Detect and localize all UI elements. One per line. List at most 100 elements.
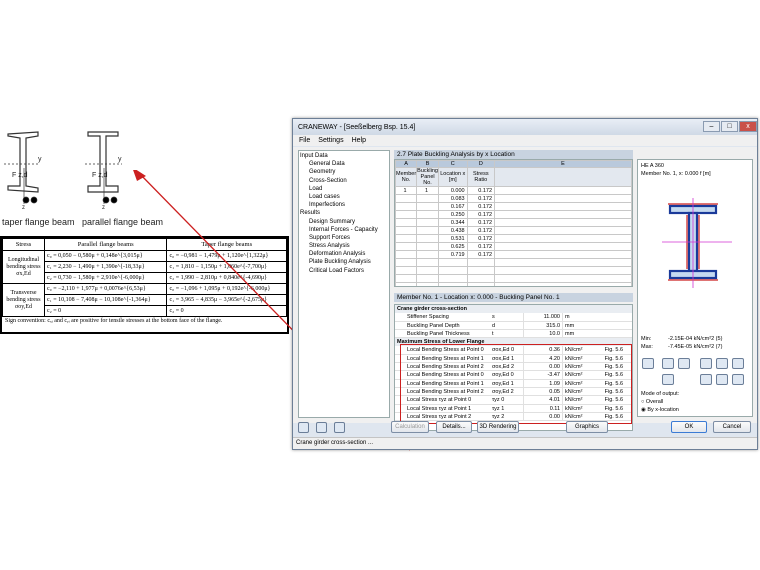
table-cell [416, 234, 439, 243]
radio-overall[interactable]: ○ Overall [641, 399, 663, 405]
table-row-empty[interactable] [395, 274, 632, 283]
view-button-3[interactable] [700, 358, 712, 369]
table-cell [395, 250, 418, 259]
property-row[interactable]: Buckling Panel Thickness t 10.0 mm [395, 329, 632, 339]
menu-help[interactable]: Help [352, 137, 366, 144]
craneway-window: CRANEWAY - [Seeßelberg Bsp. 15.4] – □ x … [292, 118, 758, 450]
tool-button-3[interactable] [716, 374, 728, 385]
view-button-2[interactable] [678, 358, 690, 369]
table-row[interactable]: 0.719 0.172 [395, 250, 632, 259]
nav-item[interactable]: Plate Buckling Analysis [300, 258, 388, 266]
table-cell [494, 226, 632, 235]
toolbar-icon-2[interactable] [316, 422, 327, 433]
calculation-button[interactable]: Calculation [391, 421, 429, 433]
table-cell: 1 [416, 186, 439, 195]
status-bar: Crane girder cross-section ... [293, 437, 757, 449]
details-button[interactable]: Details... [436, 421, 472, 433]
col-letter[interactable]: E [494, 160, 632, 168]
maximize-button[interactable]: □ [721, 121, 738, 132]
table-cell [416, 274, 439, 283]
nav-item[interactable]: Design Summary [300, 218, 388, 226]
nav-item[interactable]: General Data [300, 160, 388, 168]
property-row[interactable]: Buckling Panel Depth d 315.0 mm [395, 321, 632, 330]
toolbar-icon-3[interactable] [334, 422, 345, 433]
col-stress: Stress [2, 238, 45, 251]
close-button[interactable]: x [739, 121, 757, 132]
section-graphic [662, 198, 732, 288]
table-cell [494, 274, 632, 283]
nav-item[interactable]: Geometry [300, 168, 388, 176]
table-cell: 0.083 [437, 194, 468, 203]
col-head: Member No. [395, 167, 418, 187]
tool-button-4[interactable] [732, 374, 744, 385]
nav-item[interactable]: Results [300, 209, 388, 217]
col-letter[interactable]: D [466, 160, 496, 168]
property-sym: t [492, 330, 494, 337]
nav-item[interactable]: Cross-Section [300, 177, 388, 185]
table-cell [416, 258, 439, 267]
table-cell [416, 282, 439, 286]
table-row-empty[interactable] [395, 266, 632, 275]
table-row[interactable]: 0.438 0.172 [395, 226, 632, 235]
rendering-button[interactable]: 3D Rendering [477, 421, 519, 433]
nav-item[interactable]: Load cases [300, 193, 388, 201]
view-button-5[interactable] [732, 358, 744, 369]
property-row[interactable]: Stiffener Spacing s 11.000 m [395, 313, 632, 322]
table-row-empty[interactable] [395, 282, 632, 286]
table-row[interactable]: 0.250 0.172 [395, 210, 632, 219]
table-cell [466, 266, 496, 275]
nav-item[interactable]: Support Forces [300, 234, 388, 242]
view-button-1[interactable] [662, 358, 674, 369]
table-cell [416, 210, 439, 219]
nav-item[interactable]: Deformation Analysis [300, 250, 388, 258]
tool-button-1[interactable] [662, 374, 674, 385]
table-row[interactable]: 0.344 0.172 [395, 218, 632, 227]
table-cell: 0.719 [437, 250, 468, 259]
nav-item[interactable]: Load [300, 185, 388, 193]
radio-by-x[interactable]: ◉ By x-location [641, 407, 679, 413]
col-head [494, 167, 632, 187]
member-info: Member No. 1, x: 0.000 f [m] [641, 171, 711, 177]
minimize-button[interactable]: – [703, 121, 720, 132]
fz-label-parallel: F z,d [92, 172, 108, 179]
col-letter[interactable]: C [437, 160, 468, 168]
nav-item[interactable]: Critical Load Factors [300, 267, 388, 275]
section-header[interactable]: Crane girder cross-section [395, 305, 632, 314]
info-button[interactable] [642, 358, 654, 369]
col-letter[interactable]: A [395, 160, 418, 168]
table-cell [395, 218, 418, 227]
table-row-empty[interactable] [395, 258, 632, 267]
table-cell [416, 202, 439, 211]
property-sym: d [492, 322, 496, 329]
table-cell: 0.172 [466, 242, 496, 251]
ok-button[interactable]: OK [671, 421, 707, 433]
graphics-button[interactable]: Graphics [566, 421, 608, 433]
table-row[interactable]: 0.531 0.172 [395, 234, 632, 243]
toolbar-icon-1[interactable] [298, 422, 309, 433]
dialog-body: Input Data General Data Geometry Cross-Sect… [293, 147, 757, 431]
menu-file[interactable]: File [299, 137, 310, 144]
table-cell: 0.172 [466, 186, 496, 195]
cancel-button[interactable]: Cancel [713, 421, 751, 433]
nav-item[interactable]: Input Data [300, 152, 388, 160]
nav-item[interactable]: Imperfections [300, 201, 388, 209]
tool-button-2[interactable] [700, 374, 712, 385]
max-value: -7.45E-05 kN/cm²2 (7) [668, 344, 723, 350]
table-row[interactable]: 0.083 0.172 [395, 194, 632, 203]
nav-item[interactable]: Internal Forces - Capacity [300, 226, 388, 234]
menu-settings[interactable]: Settings [318, 137, 343, 144]
radio-overall-label: Overall [645, 399, 664, 405]
table-row[interactable]: 0.625 0.172 [395, 242, 632, 251]
col-letter[interactable]: B [416, 160, 439, 168]
table-row[interactable]: 1 1 0.000 0.172 [395, 186, 632, 195]
nav-item[interactable]: Stress Analysis [300, 242, 388, 250]
table-cell [416, 242, 439, 251]
table-row[interactable]: 0.167 0.172 [395, 202, 632, 211]
table-cell [395, 210, 418, 219]
table-cell [395, 258, 418, 267]
table-cell: 0.172 [466, 250, 496, 259]
table-cell [416, 218, 439, 227]
view-button-4[interactable] [716, 358, 728, 369]
table-cell: 0.172 [466, 210, 496, 219]
property-ref [596, 322, 626, 329]
